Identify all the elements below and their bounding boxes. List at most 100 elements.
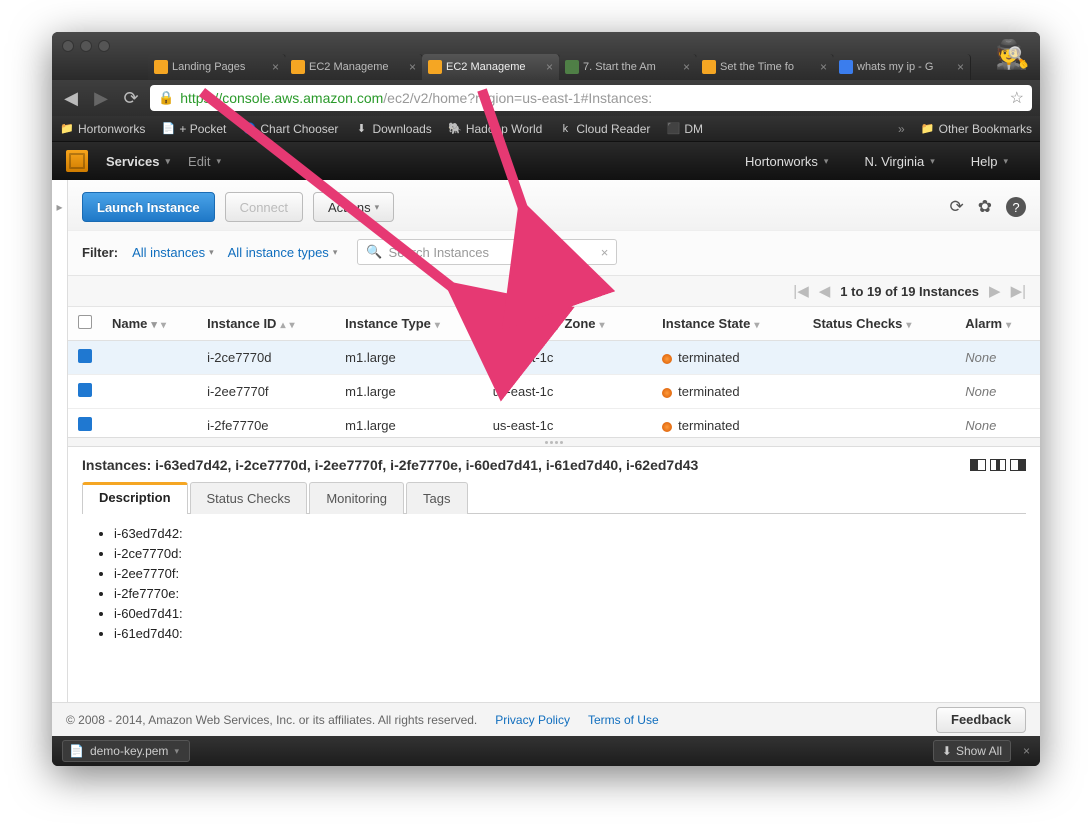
cell-alarm: None bbox=[955, 375, 1040, 409]
column-menu-icon[interactable]: ▾ bbox=[754, 320, 759, 331]
detail-list-item: i-60ed7d41: bbox=[114, 604, 1026, 624]
column-menu-icon[interactable]: ▾ bbox=[435, 320, 440, 331]
forward-button[interactable]: ▶ bbox=[90, 88, 112, 109]
row-checkbox[interactable] bbox=[78, 383, 92, 397]
bookmark-item[interactable]: 🐘Hadoop World bbox=[448, 122, 543, 136]
launch-instance-button[interactable]: Launch Instance bbox=[82, 192, 215, 222]
layout-left-icon[interactable] bbox=[970, 459, 986, 471]
bookmark-star-icon[interactable]: ☆ bbox=[1010, 88, 1024, 108]
cell-name bbox=[102, 341, 197, 375]
table-row[interactable]: i-2ce7770d m1.large us-east-1c terminate… bbox=[68, 341, 1040, 375]
browser-tab[interactable]: Set the Time fo× bbox=[696, 54, 834, 80]
layout-split-icon[interactable] bbox=[990, 459, 1006, 471]
account-menu[interactable]: Hortonworks▾ bbox=[745, 154, 829, 169]
browser-tab[interactable]: EC2 Manageme× bbox=[422, 54, 560, 80]
close-tab-icon[interactable]: × bbox=[957, 60, 964, 74]
reload-button[interactable]: ⟳ bbox=[120, 88, 142, 109]
show-all-downloads-button[interactable]: ⬇ Show All bbox=[933, 740, 1011, 762]
bookmark-item[interactable]: 📄+ Pocket bbox=[161, 122, 226, 136]
settings-gear-icon[interactable]: ✿ bbox=[978, 197, 992, 217]
privacy-policy-link[interactable]: Privacy Policy bbox=[495, 713, 570, 727]
column-header[interactable]: Name▾▾ bbox=[102, 307, 197, 341]
bookmark-item[interactable]: 🔵Chart Chooser bbox=[242, 122, 338, 136]
edit-menu[interactable]: Edit▾ bbox=[188, 154, 221, 169]
bookmark-item[interactable]: 📁Hortonworks bbox=[60, 122, 145, 136]
column-header[interactable]: Instance ID▴▾ bbox=[197, 307, 335, 341]
page-last-button[interactable]: ▶| bbox=[1011, 282, 1026, 300]
close-tab-icon[interactable]: × bbox=[409, 60, 416, 74]
favicon bbox=[702, 60, 716, 74]
column-menu-icon[interactable]: ▾ bbox=[1006, 320, 1011, 331]
services-menu[interactable]: Services▾ bbox=[106, 154, 170, 169]
column-header[interactable]: Availability Zone▾ bbox=[483, 307, 652, 341]
close-tab-icon[interactable]: × bbox=[546, 60, 553, 74]
layout-right-icon[interactable] bbox=[1010, 459, 1026, 471]
back-button[interactable]: ◀ bbox=[60, 88, 82, 109]
browser-tab[interactable]: whats my ip - G× bbox=[833, 54, 971, 80]
connect-button[interactable]: Connect bbox=[225, 192, 303, 222]
address-bar[interactable]: 🔒 https ://console.aws.amazon.com /ec2/v… bbox=[150, 85, 1032, 111]
table-row[interactable]: i-2fe7770e m1.large us-east-1c terminate… bbox=[68, 409, 1040, 438]
row-checkbox[interactable] bbox=[78, 417, 92, 431]
caret-down-icon: ▾ bbox=[930, 156, 935, 167]
column-menu-icon[interactable]: ▾ bbox=[906, 320, 911, 331]
bookmark-item[interactable]: ⬛DM bbox=[666, 122, 703, 136]
column-header[interactable]: Alarm▾ bbox=[955, 307, 1040, 341]
close-downloads-bar[interactable]: × bbox=[1023, 744, 1030, 758]
region-menu[interactable]: N. Virginia▾ bbox=[864, 154, 934, 169]
detail-tab[interactable]: Tags bbox=[406, 482, 467, 514]
column-header[interactable]: Instance State▾ bbox=[652, 307, 803, 341]
detail-tab[interactable]: Description bbox=[82, 482, 188, 514]
bookmark-item[interactable]: ⬇Downloads bbox=[354, 122, 431, 136]
filter-all-instances[interactable]: All instances▾ bbox=[132, 245, 214, 260]
terms-link[interactable]: Terms of Use bbox=[588, 713, 659, 727]
detail-tab[interactable]: Status Checks bbox=[190, 482, 308, 514]
column-header[interactable]: Instance Type▾ bbox=[335, 307, 483, 341]
close-tab-icon[interactable]: × bbox=[820, 60, 827, 74]
cell-status-checks bbox=[803, 375, 955, 409]
browser-tab[interactable]: EC2 Manageme× bbox=[285, 54, 423, 80]
refresh-icon[interactable]: ⟳ bbox=[950, 197, 964, 217]
browser-tab[interactable]: Landing Pages× bbox=[148, 54, 286, 80]
bookmark-item[interactable]: kCloud Reader bbox=[558, 122, 650, 136]
close-tab-icon[interactable]: × bbox=[272, 60, 279, 74]
filter-icon[interactable]: ▾ bbox=[151, 319, 157, 331]
column-menu-icon[interactable]: ▾ bbox=[600, 320, 605, 331]
detail-tab[interactable]: Monitoring bbox=[309, 482, 404, 514]
caret-down-icon: ▾ bbox=[824, 156, 829, 167]
feedback-button[interactable]: Feedback bbox=[936, 707, 1026, 733]
minimize-light[interactable] bbox=[80, 40, 92, 52]
cell-instance-type: m1.large bbox=[335, 341, 483, 375]
page-next-button[interactable]: ▶ bbox=[989, 282, 1001, 300]
table-row[interactable]: i-2ee7770f m1.large us-east-1c terminate… bbox=[68, 375, 1040, 409]
split-handle[interactable] bbox=[68, 437, 1040, 447]
help-menu[interactable]: Help▾ bbox=[971, 154, 1008, 169]
browser-tab[interactable]: 7. Start the Am× bbox=[559, 54, 697, 80]
column-header[interactable]: Status Checks▾ bbox=[803, 307, 955, 341]
detail-list-item: i-2ee7770f: bbox=[114, 564, 1026, 584]
download-chip[interactable]: 📄 demo-key.pem ▾ bbox=[62, 740, 190, 762]
other-bookmarks[interactable]: 📁 Other Bookmarks bbox=[921, 122, 1032, 136]
cell-status-checks bbox=[803, 409, 955, 438]
close-tab-icon[interactable]: × bbox=[683, 60, 690, 74]
aws-logo[interactable] bbox=[66, 150, 88, 172]
column-menu-icon[interactable]: ▾ bbox=[161, 320, 166, 331]
select-all-checkbox[interactable] bbox=[78, 315, 92, 329]
column-menu-icon[interactable]: ▾ bbox=[289, 320, 294, 331]
zoom-light[interactable] bbox=[98, 40, 110, 52]
actions-menu-button[interactable]: Actions▾ bbox=[313, 192, 394, 222]
sidebar-expand-toggle[interactable]: ▸ bbox=[52, 180, 68, 702]
help-icon[interactable]: ? bbox=[1006, 197, 1026, 217]
row-checkbox[interactable] bbox=[78, 349, 92, 363]
page-first-button[interactable]: |◀ bbox=[793, 282, 808, 300]
cell-state: terminated bbox=[652, 409, 803, 438]
filter-all-types[interactable]: All instance types▾ bbox=[228, 245, 338, 260]
close-light[interactable] bbox=[62, 40, 74, 52]
bookmarks-bar: 📁Hortonworks 📄+ Pocket 🔵Chart Chooser ⬇Down… bbox=[52, 116, 1040, 142]
bookmarks-chevrons[interactable]: » bbox=[898, 122, 905, 136]
window-controls[interactable] bbox=[62, 40, 110, 52]
cell-name bbox=[102, 409, 197, 438]
clear-search-icon[interactable]: × bbox=[601, 245, 609, 260]
search-instances-input[interactable]: 🔍 Search Instances × bbox=[357, 239, 617, 265]
page-prev-button[interactable]: ◀ bbox=[819, 282, 831, 300]
